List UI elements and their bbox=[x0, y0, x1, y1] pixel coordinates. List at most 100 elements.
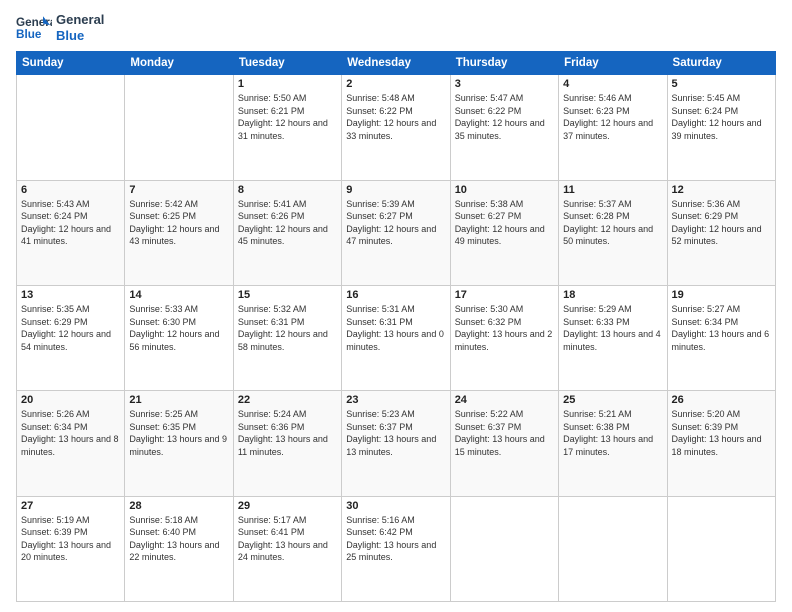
calendar-table: SundayMondayTuesdayWednesdayThursdayFrid… bbox=[16, 51, 776, 602]
day-info: Sunrise: 5:31 AM Sunset: 6:31 PM Dayligh… bbox=[346, 303, 445, 353]
calendar-week-row: 1 Sunrise: 5:50 AM Sunset: 6:21 PM Daylig… bbox=[17, 75, 776, 180]
day-info: Sunrise: 5:36 AM Sunset: 6:29 PM Dayligh… bbox=[672, 198, 771, 248]
page: General Blue General Blue SundayMondayTu… bbox=[0, 0, 792, 612]
day-number: 10 bbox=[455, 184, 554, 196]
calendar-cell: 25 Sunrise: 5:21 AM Sunset: 6:38 PM Dayli… bbox=[559, 391, 667, 496]
calendar-week-row: 6 Sunrise: 5:43 AM Sunset: 6:24 PM Daylig… bbox=[17, 180, 776, 285]
day-info: Sunrise: 5:17 AM Sunset: 6:41 PM Dayligh… bbox=[238, 514, 337, 564]
day-info: Sunrise: 5:24 AM Sunset: 6:36 PM Dayligh… bbox=[238, 408, 337, 458]
day-info: Sunrise: 5:35 AM Sunset: 6:29 PM Dayligh… bbox=[21, 303, 120, 353]
day-number: 18 bbox=[563, 289, 662, 301]
day-info: Sunrise: 5:43 AM Sunset: 6:24 PM Dayligh… bbox=[21, 198, 120, 248]
calendar-cell: 27Sunrise: 5:19 AM Sunset: 6:39 PM Dayli… bbox=[17, 496, 125, 601]
calendar-cell bbox=[450, 496, 558, 601]
weekday-header-wednesday: Wednesday bbox=[342, 52, 450, 75]
calendar-cell: 3Sunrise: 5:47 AM Sunset: 6:22 PM Daylig… bbox=[450, 75, 558, 180]
weekday-header-monday: Monday bbox=[125, 52, 233, 75]
header: General Blue General Blue bbox=[16, 12, 776, 43]
calendar-cell: 15Sunrise: 5:32 AM Sunset: 6:31 PM Dayli… bbox=[233, 285, 341, 390]
calendar-cell: 6 Sunrise: 5:43 AM Sunset: 6:24 PM Daylig… bbox=[17, 180, 125, 285]
day-number: 14 bbox=[129, 289, 228, 301]
day-info: Sunrise: 5:41 AM Sunset: 6:26 PM Dayligh… bbox=[238, 198, 337, 248]
day-info: Sunrise: 5:18 AM Sunset: 6:40 PM Dayligh… bbox=[129, 514, 228, 564]
day-number: 4 bbox=[563, 78, 662, 90]
day-info: Sunrise: 5:47 AM Sunset: 6:22 PM Dayligh… bbox=[455, 92, 554, 142]
weekday-header-row: SundayMondayTuesdayWednesdayThursdayFrid… bbox=[17, 52, 776, 75]
day-info: Sunrise: 5:23 AM Sunset: 6:37 PM Dayligh… bbox=[346, 408, 445, 458]
calendar-cell: 22 Sunrise: 5:24 AM Sunset: 6:36 PM Dayli… bbox=[233, 391, 341, 496]
calendar-cell: 23 Sunrise: 5:23 AM Sunset: 6:37 PM Dayli… bbox=[342, 391, 450, 496]
calendar-cell bbox=[17, 75, 125, 180]
weekday-header-friday: Friday bbox=[559, 52, 667, 75]
weekday-header-thursday: Thursday bbox=[450, 52, 558, 75]
calendar-cell: 30 Sunrise: 5:16 AM Sunset: 6:42 PM Dayli… bbox=[342, 496, 450, 601]
day-number: 21 bbox=[129, 394, 228, 406]
calendar-cell: 24 Sunrise: 5:22 AM Sunset: 6:37 PM Dayli… bbox=[450, 391, 558, 496]
day-info: Sunrise: 5:26 AM Sunset: 6:34 PM Dayligh… bbox=[21, 408, 120, 458]
day-info: Sunrise: 5:27 AM Sunset: 6:34 PM Dayligh… bbox=[672, 303, 771, 353]
day-number: 17 bbox=[455, 289, 554, 301]
weekday-header-tuesday: Tuesday bbox=[233, 52, 341, 75]
day-number: 12 bbox=[672, 184, 771, 196]
day-info: Sunrise: 5:19 AM Sunset: 6:39 PM Dayligh… bbox=[21, 514, 120, 564]
calendar-cell: 18 Sunrise: 5:29 AM Sunset: 6:33 PM Dayli… bbox=[559, 285, 667, 390]
calendar-cell: 2 Sunrise: 5:48 AM Sunset: 6:22 PM Daylig… bbox=[342, 75, 450, 180]
calendar-cell: 13 Sunrise: 5:35 AM Sunset: 6:29 PM Dayli… bbox=[17, 285, 125, 390]
day-info: Sunrise: 5:33 AM Sunset: 6:30 PM Dayligh… bbox=[129, 303, 228, 353]
calendar-cell bbox=[667, 496, 775, 601]
day-number: 7 bbox=[129, 184, 228, 196]
day-number: 6 bbox=[21, 184, 120, 196]
day-info: Sunrise: 5:16 AM Sunset: 6:42 PM Dayligh… bbox=[346, 514, 445, 564]
day-info: Sunrise: 5:39 AM Sunset: 6:27 PM Dayligh… bbox=[346, 198, 445, 248]
day-info: Sunrise: 5:21 AM Sunset: 6:38 PM Dayligh… bbox=[563, 408, 662, 458]
calendar-cell: 20 Sunrise: 5:26 AM Sunset: 6:34 PM Dayli… bbox=[17, 391, 125, 496]
day-info: Sunrise: 5:48 AM Sunset: 6:22 PM Dayligh… bbox=[346, 92, 445, 142]
day-number: 28 bbox=[129, 500, 228, 512]
day-number: 24 bbox=[455, 394, 554, 406]
day-number: 22 bbox=[238, 394, 337, 406]
day-info: Sunrise: 5:22 AM Sunset: 6:37 PM Dayligh… bbox=[455, 408, 554, 458]
calendar-cell: 5 Sunrise: 5:45 AM Sunset: 6:24 PM Daylig… bbox=[667, 75, 775, 180]
day-number: 9 bbox=[346, 184, 445, 196]
day-number: 30 bbox=[346, 500, 445, 512]
day-number: 23 bbox=[346, 394, 445, 406]
svg-text:Blue: Blue bbox=[16, 27, 42, 40]
calendar-cell: 1 Sunrise: 5:50 AM Sunset: 6:21 PM Daylig… bbox=[233, 75, 341, 180]
day-number: 8 bbox=[238, 184, 337, 196]
calendar-week-row: 20 Sunrise: 5:26 AM Sunset: 6:34 PM Dayli… bbox=[17, 391, 776, 496]
day-number: 2 bbox=[346, 78, 445, 90]
calendar-cell: 10 Sunrise: 5:38 AM Sunset: 6:27 PM Dayli… bbox=[450, 180, 558, 285]
day-number: 13 bbox=[21, 289, 120, 301]
day-info: Sunrise: 5:38 AM Sunset: 6:27 PM Dayligh… bbox=[455, 198, 554, 248]
day-info: Sunrise: 5:30 AM Sunset: 6:32 PM Dayligh… bbox=[455, 303, 554, 353]
day-info: Sunrise: 5:20 AM Sunset: 6:39 PM Dayligh… bbox=[672, 408, 771, 458]
day-number: 16 bbox=[346, 289, 445, 301]
day-info: Sunrise: 5:29 AM Sunset: 6:33 PM Dayligh… bbox=[563, 303, 662, 353]
day-number: 15 bbox=[238, 289, 337, 301]
day-number: 29 bbox=[238, 500, 337, 512]
day-info: Sunrise: 5:45 AM Sunset: 6:24 PM Dayligh… bbox=[672, 92, 771, 142]
logo-text: General Blue bbox=[56, 12, 104, 43]
calendar-cell: 8 Sunrise: 5:41 AM Sunset: 6:26 PM Daylig… bbox=[233, 180, 341, 285]
logo: General Blue General Blue bbox=[16, 12, 104, 43]
day-info: Sunrise: 5:42 AM Sunset: 6:25 PM Dayligh… bbox=[129, 198, 228, 248]
calendar-cell: 7 Sunrise: 5:42 AM Sunset: 6:25 PM Daylig… bbox=[125, 180, 233, 285]
calendar-cell: 9 Sunrise: 5:39 AM Sunset: 6:27 PM Daylig… bbox=[342, 180, 450, 285]
calendar-week-row: 13 Sunrise: 5:35 AM Sunset: 6:29 PM Dayli… bbox=[17, 285, 776, 390]
day-number: 25 bbox=[563, 394, 662, 406]
day-number: 19 bbox=[672, 289, 771, 301]
calendar-cell: 12 Sunrise: 5:36 AM Sunset: 6:29 PM Dayli… bbox=[667, 180, 775, 285]
calendar-cell: 26 Sunrise: 5:20 AM Sunset: 6:39 PM Dayli… bbox=[667, 391, 775, 496]
day-number: 26 bbox=[672, 394, 771, 406]
calendar-cell: 11Sunrise: 5:37 AM Sunset: 6:28 PM Dayli… bbox=[559, 180, 667, 285]
calendar-cell bbox=[125, 75, 233, 180]
weekday-header-saturday: Saturday bbox=[667, 52, 775, 75]
calendar-cell: 17 Sunrise: 5:30 AM Sunset: 6:32 PM Dayli… bbox=[450, 285, 558, 390]
calendar-cell bbox=[559, 496, 667, 601]
day-number: 20 bbox=[21, 394, 120, 406]
day-number: 1 bbox=[238, 78, 337, 90]
calendar-cell: 4Sunrise: 5:46 AM Sunset: 6:23 PM Daylig… bbox=[559, 75, 667, 180]
day-number: 5 bbox=[672, 78, 771, 90]
calendar-cell: 29 Sunrise: 5:17 AM Sunset: 6:41 PM Dayli… bbox=[233, 496, 341, 601]
day-info: Sunrise: 5:50 AM Sunset: 6:21 PM Dayligh… bbox=[238, 92, 337, 142]
